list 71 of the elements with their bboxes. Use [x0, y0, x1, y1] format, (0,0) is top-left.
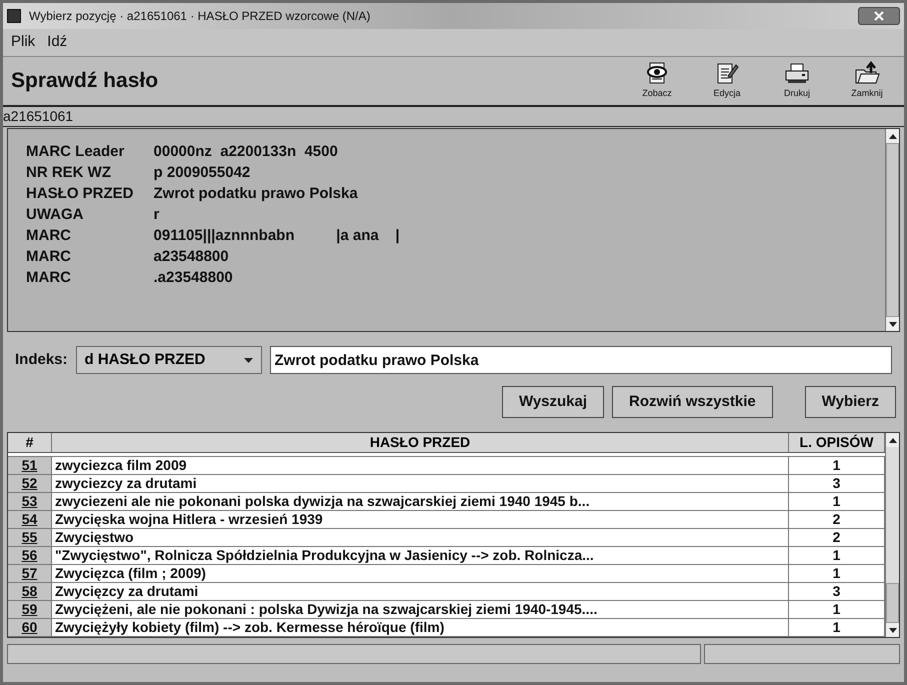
field-value: 091105|||aznnnbabn |a ana | [154, 226, 401, 246]
row-number[interactable]: 56 [8, 547, 52, 564]
index-dropdown[interactable]: d HASŁO PRZED [76, 346, 262, 374]
scroll-thumb[interactable] [886, 143, 899, 317]
action-button[interactable]: Wybierz [804, 386, 896, 418]
search-field[interactable]: Zwrot podatku prawo Polska [270, 346, 892, 374]
field-value: r [154, 205, 160, 225]
field-label: NR REK WZ [26, 163, 112, 183]
action-button[interactable]: Wyszukaj [502, 386, 604, 418]
table-cell: Zwycięzcy za drutami [52, 583, 789, 600]
record-id: a21651061 [3, 107, 74, 126]
menu-item[interactable]: Idź [47, 31, 68, 54]
up-arrow-icon [888, 134, 896, 138]
app-icon [7, 9, 21, 23]
menu-item[interactable]: Plik [11, 31, 36, 54]
field-label: UWAGA [26, 205, 84, 225]
row-number[interactable]: 54 [8, 511, 52, 528]
window-title: Wybierz pozycję · a21651061 · HASŁO PRZED wzorcowe (N/A) [29, 8, 370, 25]
row-number[interactable]: 55 [8, 529, 52, 546]
up-arrow-icon [888, 438, 896, 442]
field-value: 00000nz a2200133n 4500 [154, 142, 339, 162]
close-button[interactable] [858, 7, 900, 25]
page-title: Sprawdź hasło [11, 68, 158, 94]
scroll-up-button[interactable] [886, 433, 899, 447]
row-number[interactable]: 57 [8, 565, 52, 582]
table-cell: Zwyciężyły kobiety (film) --> zob. Kermesse héroïque (film) [52, 619, 789, 636]
eye-document-icon [645, 61, 669, 86]
table-cell: "Zwycięstwo", Rolnicza Spółdzielnia Produkcyjna w Jasienicy --> zob. Rolnicza... [52, 547, 789, 564]
column-header[interactable]: # [8, 433, 52, 452]
field-label: MARC [26, 247, 72, 267]
field-label: MARC Leader [26, 142, 126, 162]
row-number[interactable]: 58 [8, 583, 52, 600]
field-label: HASŁO PRZED [26, 184, 134, 204]
table-cell: Zwycięstwo [52, 529, 789, 546]
scrollbar[interactable] [885, 129, 899, 331]
field-value: Zwrot podatku prawo Polska [154, 184, 359, 204]
table-cell: zwyciezca film 2009 [52, 457, 789, 474]
row-number[interactable]: 52 [8, 475, 52, 492]
field-value: .a23548800 [154, 268, 234, 288]
down-arrow-icon [888, 322, 896, 326]
table-cell: Zwycięska wojna Hitlera - wrzesień 1939 [52, 511, 789, 528]
field-label: MARC [26, 226, 72, 246]
table-cell: zwyciezeni ale nie pokonani polska dywizja na szwajcarskiej ziemi 1940 1945 b... [52, 493, 789, 510]
row-number[interactable]: 53 [8, 493, 52, 510]
row-number[interactable]: 59 [8, 601, 52, 618]
table-cell: Zwyciężeni, ale nie pokonani : polska Dywizja na szwajcarskiej ziemi 1940-1945.... [52, 601, 789, 618]
toolbar-button[interactable]: Zamknij [838, 61, 896, 101]
table-cell: zwyciezcy za drutami [52, 475, 789, 492]
close-icon [873, 11, 885, 21]
field-value: a23548800 [154, 247, 230, 267]
index-label: Indeks: [15, 350, 68, 370]
printer-icon [784, 61, 810, 86]
toolbar-button[interactable]: Drukuj [768, 61, 826, 101]
field-label: MARC [26, 268, 72, 288]
scrollbar[interactable] [885, 433, 899, 637]
caret-icon [244, 358, 253, 362]
field-value: p 2009055042 [154, 163, 252, 183]
down-arrow-icon [888, 628, 896, 632]
table-cell: Zwycięzca (film ; 2009) [52, 565, 789, 582]
row-number[interactable]: 60 [8, 619, 52, 636]
toolbar-button[interactable]: Edycja [698, 61, 756, 101]
pencil-document-icon [715, 61, 739, 86]
scroll-up-button[interactable] [886, 129, 899, 143]
scroll-down-button[interactable] [886, 623, 899, 637]
column-header[interactable]: HASŁO PRZED [52, 433, 789, 452]
action-button[interactable]: Rozwiń wszystkie [612, 386, 773, 418]
row-number[interactable]: 51 [8, 457, 52, 474]
scroll-thumb[interactable] [886, 583, 899, 623]
folder-icon [854, 61, 880, 86]
scroll-down-button[interactable] [886, 317, 899, 331]
toolbar-button[interactable]: Zobacz [628, 61, 686, 101]
